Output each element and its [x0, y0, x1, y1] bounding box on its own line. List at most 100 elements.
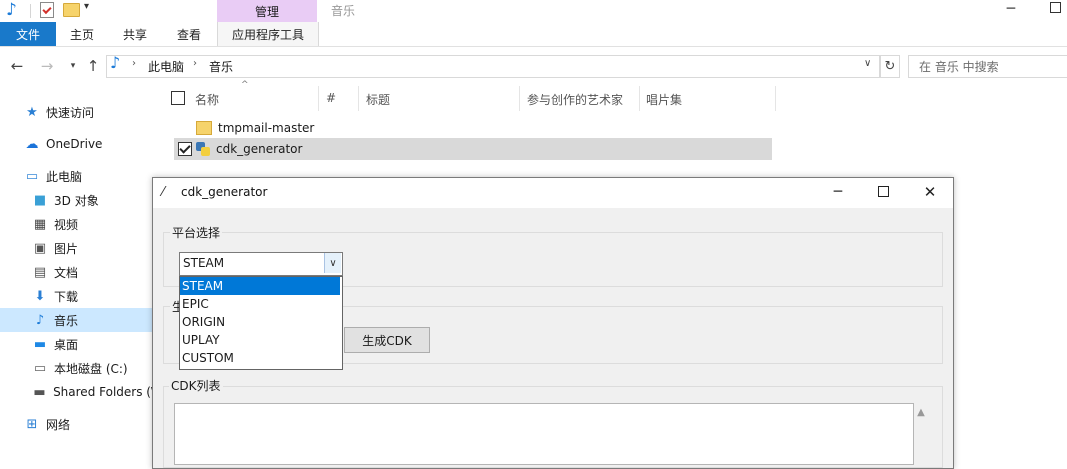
document-icon: ▤ — [33, 264, 47, 280]
nav-label: 文档 — [54, 265, 79, 280]
python-file-icon — [196, 142, 210, 156]
nav-label: OneDrive — [46, 137, 103, 151]
breadcrumb-chevron-icon[interactable]: › — [132, 58, 136, 69]
column-album[interactable]: 唱片集 — [646, 91, 682, 108]
search-placeholder: 在 音乐 中搜索 — [919, 60, 999, 74]
nav-this-pc[interactable]: ▭ 此电脑 — [0, 164, 155, 188]
app-minimize-button[interactable]: ─ — [826, 181, 850, 203]
nav-network[interactable]: ⊞ 网络 — [0, 412, 155, 436]
file-name: cdk_generator — [216, 142, 303, 156]
film-icon: ▦ — [33, 216, 47, 232]
tab-application-tools[interactable]: 应用程序工具 — [217, 22, 319, 46]
nav-label: 本地磁盘 (C:) — [54, 361, 128, 376]
picture-icon: ▣ — [33, 240, 47, 256]
nav-desktop[interactable]: ▬ 桌面 — [0, 332, 155, 356]
column-artist[interactable]: 参与创作的艺术家 — [527, 91, 623, 108]
file-name: tmpmail-master — [218, 121, 315, 135]
folder-icon — [196, 121, 212, 135]
platform-option-origin[interactable]: ORIGIN — [180, 313, 340, 331]
cdk-list-textarea[interactable] — [174, 403, 914, 465]
window-title: 音乐 — [331, 4, 356, 18]
row-checkbox[interactable] — [178, 142, 192, 156]
nav-local-disk[interactable]: ▭ 本地磁盘 (C:) — [0, 356, 155, 380]
back-arrow-icon[interactable]: ← — [8, 56, 26, 76]
nav-shared-folders[interactable]: ▬ Shared Folders (\ — [0, 380, 155, 404]
column-divider[interactable] — [358, 86, 359, 111]
quick-access-divider — [30, 4, 31, 18]
tab-share[interactable]: 共享 — [108, 22, 162, 46]
cube-icon: ■ — [33, 192, 47, 208]
music-folder-icon: ♪ — [6, 0, 17, 20]
platform-option-custom[interactable]: CUSTOM — [180, 349, 340, 367]
nav-downloads[interactable]: ⬇ 下载 — [0, 284, 155, 308]
select-all-checkbox[interactable] — [171, 91, 185, 105]
sort-ascending-icon: ^ — [241, 80, 249, 90]
star-icon: ★ — [26, 104, 38, 120]
column-divider[interactable] — [519, 86, 520, 111]
tab-file[interactable]: 文件 — [0, 22, 56, 46]
column-divider[interactable] — [639, 86, 640, 111]
nav-label: Shared Folders (\ — [53, 385, 155, 399]
nav-label: 此电脑 — [46, 169, 83, 184]
nav-music[interactable]: ♪ 音乐 — [0, 308, 155, 332]
nav-onedrive[interactable]: ☁ OneDrive — [0, 132, 155, 156]
drive-icon: ▭ — [33, 360, 47, 376]
forward-arrow-icon[interactable]: → — [38, 56, 56, 76]
recent-locations-chevron-icon[interactable]: ▾ — [64, 56, 82, 76]
network-drive-icon: ▬ — [33, 384, 46, 400]
tab-view[interactable]: 查看 — [162, 22, 216, 46]
nav-videos[interactable]: ▦ 视频 — [0, 212, 155, 236]
column-name[interactable]: 名称 — [195, 91, 219, 108]
column-number[interactable]: # — [326, 91, 336, 105]
breadcrumb-chevron-icon[interactable]: › — [193, 58, 197, 69]
computer-icon: ▭ — [25, 168, 39, 184]
address-dropdown-icon[interactable]: ∨ — [864, 58, 871, 69]
properties-icon[interactable] — [40, 2, 54, 18]
nav-3d-objects[interactable]: ■ 3D 对象 — [0, 188, 155, 212]
music-icon: ♪ — [35, 312, 45, 328]
nav-label: 视频 — [54, 217, 79, 232]
tab-home[interactable]: 主页 — [56, 22, 108, 46]
column-divider[interactable] — [775, 86, 776, 111]
breadcrumb-this-pc[interactable]: 此电脑 — [148, 58, 184, 75]
column-header-row — [160, 86, 775, 112]
nav-label: 图片 — [54, 241, 79, 256]
network-icon: ⊞ — [26, 416, 38, 432]
nav-label: 音乐 — [54, 313, 79, 328]
platform-option-steam[interactable]: STEAM — [180, 277, 340, 295]
nav-documents[interactable]: ▤ 文档 — [0, 260, 155, 284]
up-arrow-icon[interactable]: ↑ — [84, 56, 102, 76]
platform-group-label: 平台选择 — [170, 224, 223, 241]
column-divider[interactable] — [318, 86, 319, 111]
quick-access-dropdown-icon[interactable]: ▾ — [84, 1, 89, 12]
download-icon: ⬇ — [34, 288, 46, 304]
cdk-list-group-label: CDK列表 — [169, 377, 223, 394]
refresh-icon[interactable]: ↻ — [880, 55, 900, 78]
context-tab-label: 管理 — [254, 4, 279, 19]
file-row-tmpmail-master[interactable]: tmpmail-master — [174, 117, 772, 139]
nav-label: 3D 对象 — [54, 193, 99, 208]
platform-option-uplay[interactable]: UPLAY — [180, 331, 340, 349]
nav-label: 网络 — [46, 417, 71, 432]
combobox-chevron-down-icon[interactable]: ∨ — [324, 253, 341, 273]
nav-quick-access[interactable]: ★ 快速访问 — [0, 100, 155, 124]
feather-icon: ⁄ — [162, 185, 165, 200]
nav-pictures[interactable]: ▣ 图片 — [0, 236, 155, 260]
platform-option-epic[interactable]: EPIC — [180, 295, 340, 313]
breadcrumb-music[interactable]: 音乐 — [209, 58, 233, 75]
app-close-button[interactable]: ✕ — [920, 182, 940, 202]
nav-label: 下载 — [54, 289, 79, 304]
file-row-cdk-generator[interactable]: cdk_generator — [174, 138, 772, 160]
maximize-button[interactable] — [1050, 2, 1061, 13]
app-maximize-button[interactable] — [878, 186, 889, 197]
context-tab-manage: 管理 — [217, 0, 317, 22]
scroll-up-arrow-icon[interactable]: ▲ — [914, 405, 928, 419]
explorer-titlebar — [0, 0, 1067, 22]
combobox-selected-value: STEAM — [183, 256, 225, 270]
column-title[interactable]: 标题 — [366, 91, 390, 108]
app-title: cdk_generator — [181, 185, 268, 199]
minimize-button[interactable]: ─ — [1002, 0, 1020, 18]
generate-cdk-button[interactable]: 生成CDK — [344, 327, 430, 353]
desktop-icon: ▬ — [33, 336, 47, 352]
new-folder-icon[interactable] — [63, 3, 80, 17]
